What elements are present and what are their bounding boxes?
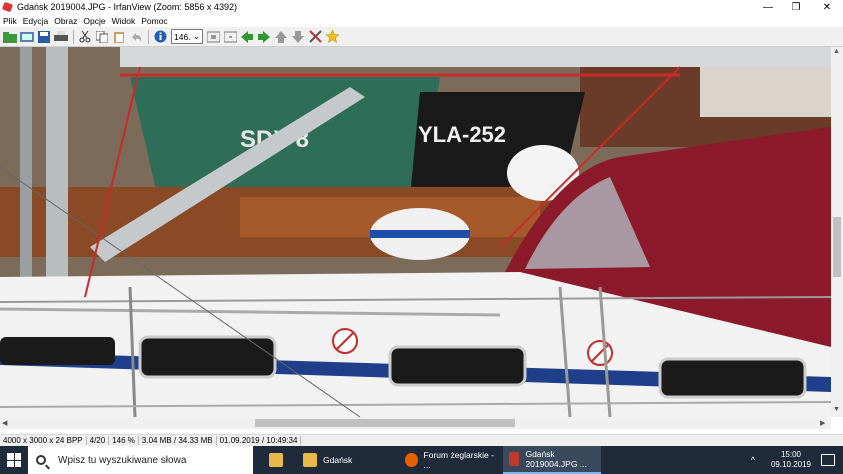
- scroll-down-icon[interactable]: ▼: [833, 406, 840, 413]
- zoom-out-icon[interactable]: [222, 29, 238, 45]
- toolbar-separator: [73, 29, 74, 44]
- taskbar: Wpisz tu wyszukiwane słowa Gdańsk Forum …: [0, 446, 843, 474]
- scroll-up-icon[interactable]: ▲: [833, 48, 840, 55]
- irfanview-icon: [509, 452, 520, 466]
- status-size: 3.04 MB / 34.33 MB: [139, 436, 217, 445]
- taskbar-search[interactable]: Wpisz tu wyszukiwane słowa: [28, 446, 253, 474]
- taskbar-app-label: Gdańsk 2019004.JPG ...: [525, 449, 587, 469]
- undo-icon[interactable]: [128, 29, 144, 45]
- taskbar-app-explorer[interactable]: Gdańsk: [297, 446, 397, 474]
- status-zoom: 146 %: [109, 436, 139, 445]
- copy-icon[interactable]: [94, 29, 110, 45]
- menu-help[interactable]: Pomoc: [138, 16, 170, 26]
- scroll-left-icon[interactable]: ◀: [2, 419, 7, 427]
- title-bar: Gdańsk 2019004.JPG - IrfanView (Zoom: 58…: [0, 0, 843, 14]
- system-tray: ^ 15:00 09.10.2019: [751, 446, 843, 474]
- menu-file[interactable]: Plik: [0, 16, 20, 26]
- taskbar-app-folder[interactable]: [263, 446, 295, 474]
- status-index: 4/20: [87, 436, 110, 445]
- toolbar-separator: [148, 29, 149, 44]
- open-folder-icon[interactable]: [2, 29, 18, 45]
- info-icon[interactable]: [152, 29, 168, 45]
- toolbar: 146. ⌄: [0, 27, 843, 47]
- start-button[interactable]: [0, 446, 28, 474]
- slideshow-icon[interactable]: [19, 29, 35, 45]
- window-title: Gdańsk 2019004.JPG - IrfanView (Zoom: 58…: [17, 2, 237, 12]
- firefox-icon: [405, 453, 418, 467]
- taskbar-app-firefox[interactable]: Forum żeglarskie - ...: [399, 446, 501, 474]
- maximize-button[interactable]: ❐: [781, 0, 811, 14]
- clock[interactable]: 15:00 09.10.2019: [771, 450, 811, 470]
- taskbar-app-label: Gdańsk: [323, 455, 353, 465]
- hull-text-right: YLA-252: [418, 122, 506, 147]
- status-dimensions: 4000 x 3000 x 24 BPP: [0, 436, 87, 445]
- taskbar-app-label: Forum żeglarskie - ...: [423, 450, 494, 470]
- clock-date: 09.10.2019: [770, 460, 811, 469]
- paste-icon[interactable]: [111, 29, 127, 45]
- menu-edit[interactable]: Edycja: [20, 16, 52, 26]
- horizontal-scroll-thumb[interactable]: [255, 419, 515, 427]
- status-datetime: 01.09.2019 / 10:49:34: [217, 436, 302, 445]
- notification-icon[interactable]: [821, 454, 835, 466]
- prev-icon[interactable]: [239, 29, 255, 45]
- next-icon[interactable]: [256, 29, 272, 45]
- horizontal-scrollbar[interactable]: ◀ ▶: [0, 417, 831, 429]
- status-bar: 4000 x 3000 x 24 BPP 4/20 146 % 3.04 MB …: [0, 434, 843, 446]
- zoom-select[interactable]: 146. ⌄: [171, 29, 203, 44]
- irfanview-app-icon: [2, 1, 14, 13]
- menu-bar: Plik Edycja Obraz Opcje Widok Pomoc: [0, 14, 843, 27]
- scroll-right-icon[interactable]: ▶: [820, 419, 825, 427]
- clock-time: 15:00: [780, 450, 801, 459]
- menu-options[interactable]: Opcje: [80, 16, 108, 26]
- zoom-value: 146.: [174, 31, 191, 42]
- minimize-button[interactable]: —: [753, 0, 783, 14]
- image-viewport[interactable]: SDY 8 YLA-252: [0, 47, 831, 417]
- close-button[interactable]: ✕: [812, 0, 842, 14]
- search-icon: [36, 455, 46, 465]
- vertical-scroll-thumb[interactable]: [833, 217, 841, 277]
- up-icon[interactable]: [273, 29, 289, 45]
- taskbar-app-irfanview[interactable]: Gdańsk 2019004.JPG ...: [503, 446, 601, 474]
- chevron-up-icon[interactable]: ^: [751, 455, 755, 465]
- star-icon[interactable]: [324, 29, 340, 45]
- cut-icon[interactable]: [77, 29, 93, 45]
- print-icon[interactable]: [53, 29, 69, 45]
- folder-icon: [303, 453, 317, 467]
- tools-icon[interactable]: [307, 29, 323, 45]
- chevron-down-icon: ⌄: [192, 31, 200, 41]
- folder-icon: [269, 453, 283, 467]
- zoom-in-icon[interactable]: [205, 29, 221, 45]
- windows-icon: [7, 453, 21, 467]
- down-icon[interactable]: [290, 29, 306, 45]
- menu-image[interactable]: Obraz: [51, 16, 80, 26]
- search-placeholder: Wpisz tu wyszukiwane słowa: [58, 454, 187, 466]
- save-icon[interactable]: [36, 29, 52, 45]
- menu-view[interactable]: Widok: [109, 16, 139, 26]
- photo: SDY 8 YLA-252: [0, 47, 831, 417]
- vertical-scrollbar[interactable]: ▲ ▼: [831, 47, 843, 417]
